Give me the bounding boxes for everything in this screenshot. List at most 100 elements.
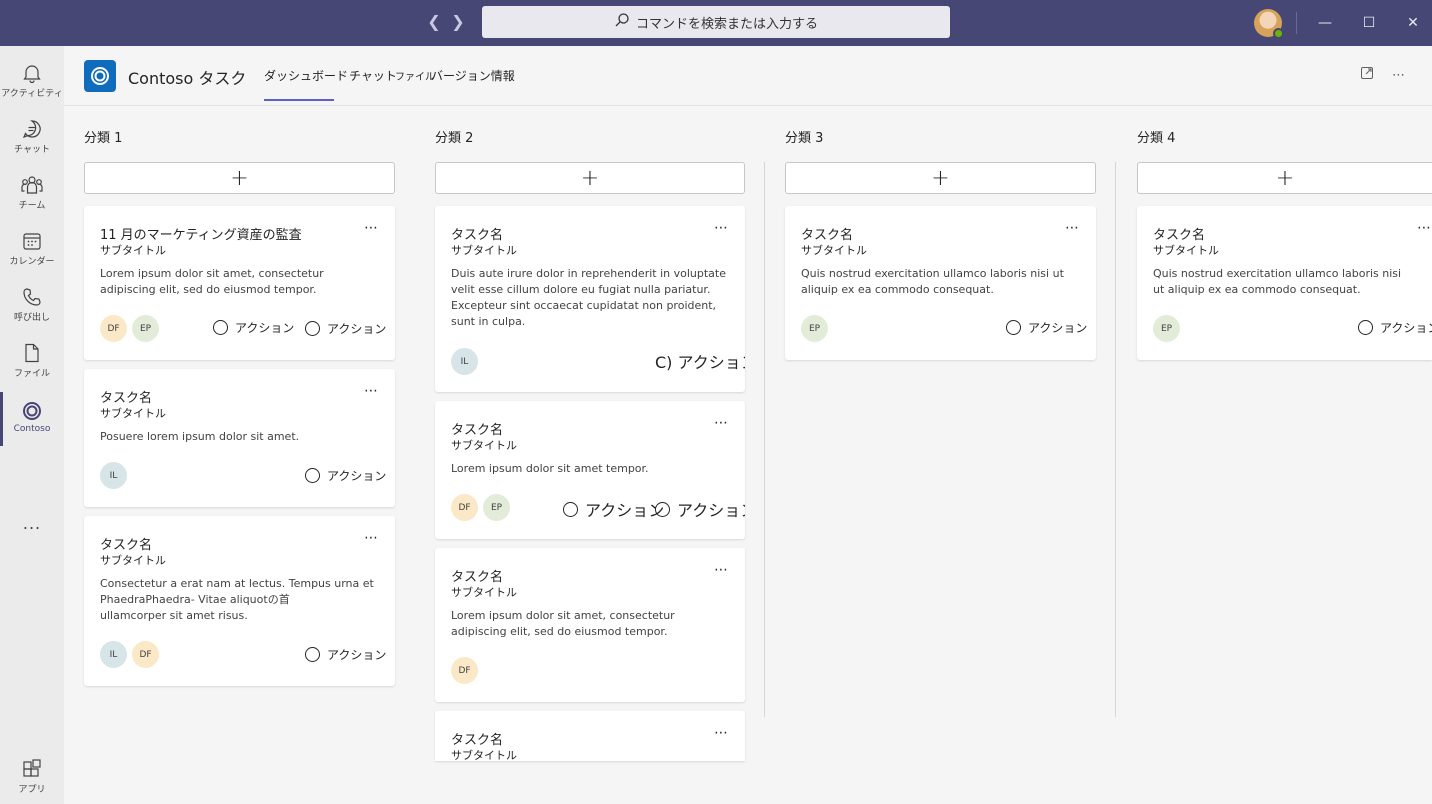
minimize-icon[interactable]: — — [1312, 10, 1338, 36]
task-title: タスク名 — [100, 391, 153, 406]
close-icon[interactable]: ✕ — [1400, 10, 1426, 36]
chat-icon — [22, 120, 41, 139]
column-divider — [764, 162, 765, 717]
task-title: タスク名 — [451, 570, 504, 585]
avatar: DF — [132, 641, 159, 668]
more-options-icon[interactable]: ⋯ — [364, 383, 379, 399]
file-icon — [25, 343, 39, 363]
rail-item-calendar[interactable]: カレンダー — [0, 222, 64, 276]
tab-chat[interactable]: チャット — [349, 67, 397, 84]
add-task-button[interactable]: + — [84, 162, 395, 194]
task-subtitle: サブタイトル — [100, 244, 166, 257]
search-icon — [614, 12, 630, 32]
tab-files[interactable]: ファイル — [395, 68, 435, 83]
more-options-icon[interactable]: ⋯ — [714, 415, 729, 431]
action-radio[interactable]: アクション — [305, 646, 386, 663]
contoso-logo-icon — [84, 60, 116, 92]
action-radio[interactable]: アクション — [213, 319, 294, 336]
rail-item-activity[interactable]: アクティビティ — [0, 54, 64, 108]
rail-item-contoso[interactable]: Contoso — [0, 392, 64, 446]
column-divider — [1115, 162, 1116, 717]
task-card[interactable]: タスク名 サブタイトル ⋯ Lorem ipsum dolor sit amet… — [435, 401, 745, 539]
task-title: タスク名 — [100, 538, 153, 553]
plus-icon: + — [230, 165, 249, 191]
action-radio[interactable]: C) アクション — [655, 349, 745, 373]
task-description: Quis nostrud exercitation ullamco labori… — [1153, 267, 1402, 296]
plus-icon: + — [931, 165, 950, 191]
task-card[interactable]: タスク名 サブタイトル ⋯ Consectetur a erat nam at … — [84, 516, 395, 686]
add-task-button[interactable]: + — [1137, 162, 1432, 194]
avatar: DF — [451, 657, 478, 684]
bell-icon — [23, 65, 41, 84]
task-subtitle: サブタイトル — [100, 407, 166, 420]
tab-about[interactable]: バージョン情報 — [431, 67, 515, 84]
more-options-icon[interactable]: ⋯ — [1065, 220, 1080, 236]
action-radio[interactable]: アクション — [305, 320, 386, 337]
task-description: Posuere lorem ipsum dolor sit amet. — [100, 430, 300, 443]
add-task-button[interactable]: + — [785, 162, 1096, 194]
task-title: タスク名 — [801, 228, 854, 243]
rail-item-chat[interactable]: チャット — [0, 110, 64, 164]
search-placeholder: コマンドを検索または入力する — [635, 16, 818, 32]
column-title: 分類 4 — [1137, 131, 1176, 146]
radio-icon — [655, 501, 670, 517]
action-radio[interactable]: アクション — [563, 497, 664, 521]
maximize-icon[interactable]: ☐ — [1356, 10, 1382, 36]
app-title: Contoso タスク — [128, 69, 247, 88]
plus-icon: + — [1275, 165, 1295, 191]
active-indicator — [0, 392, 3, 446]
task-card[interactable]: タスク名 サブタイトル ⋯ Duis aute irure dolor in r… — [435, 206, 745, 392]
task-description: Consectetur a erat nam at lectus. Tempus… — [100, 577, 374, 622]
task-card[interactable]: タスク名 サブタイトル ⋯ Posuere lorem ipsum dolor … — [84, 369, 395, 507]
more-options-icon[interactable]: ⋯ — [364, 530, 379, 546]
column-title: 分類 3 — [785, 131, 824, 146]
avatar: EP — [132, 315, 159, 342]
action-radio[interactable]: アクション — [1006, 319, 1087, 336]
task-subtitle: サブタイトル — [451, 244, 517, 257]
search-input[interactable]: コマンドを検索または入力する — [482, 6, 950, 38]
radio-icon — [213, 320, 228, 335]
popout-icon[interactable] — [1357, 66, 1377, 86]
avatar: DF — [451, 494, 478, 521]
title-bar: ❮ ❯ コマンドを検索または入力する — ☐ ✕ — [0, 0, 1432, 46]
user-avatar[interactable] — [1254, 9, 1284, 39]
more-options-icon[interactable]: ⋯ — [714, 220, 729, 236]
more-options-icon[interactable]: ⋯ — [1417, 220, 1432, 236]
avatar: EP — [801, 315, 828, 342]
task-description: Lorem ipsum dolor sit amet, consectetur … — [451, 609, 675, 638]
action-radio[interactable]: アクション — [1358, 319, 1432, 336]
task-subtitle: サブタイトル — [801, 244, 867, 257]
avatar: IL — [451, 348, 478, 375]
action-radio[interactable]: アクション — [305, 467, 386, 484]
task-description: Quis nostrud exercitation ullamco labori… — [801, 267, 1064, 296]
more-options-icon[interactable]: ⋯ — [714, 562, 729, 578]
task-subtitle: サブタイトル — [451, 439, 517, 452]
task-title: タスク名 — [451, 423, 504, 438]
chevron-right-icon[interactable]: ❯ — [448, 12, 468, 32]
app-header: Contoso タスク ダッシュボード チャット ファイル バージョン情報 ⋯ — [64, 46, 1432, 106]
phone-icon — [23, 288, 41, 306]
more-apps-icon[interactable]: ... — [0, 514, 64, 533]
rail-item-files[interactable]: ファイル — [0, 334, 64, 388]
add-task-button[interactable]: + — [435, 162, 745, 194]
task-card[interactable]: タスク名 サブタイトル ⋯ — [435, 711, 745, 761]
task-card[interactable]: タスク名 サブタイトル ⋯ Lorem ipsum dolor sit amet… — [435, 548, 745, 702]
task-card[interactable]: タスク名 サブタイトル ⋯ Quis nostrud exercitation … — [1137, 206, 1432, 360]
rail-item-calls[interactable]: 呼び出し — [0, 278, 64, 332]
task-card[interactable]: タスク名 サブタイトル ⋯ Quis nostrud exercitation … — [785, 206, 1096, 360]
tab-dashboard[interactable]: ダッシュボード — [264, 67, 348, 84]
task-card[interactable]: 11 月のマーケティング資産の監査 サブタイトル ⋯ Lorem ipsum d… — [84, 206, 395, 360]
action-radio[interactable]: アクション — [655, 497, 745, 521]
task-description: Duis aute irure dolor in reprehenderit i… — [451, 267, 726, 328]
chevron-left-icon[interactable]: ❮ — [424, 12, 444, 32]
more-options-icon[interactable]: ⋯ — [714, 725, 729, 741]
more-options-icon[interactable]: ⋯ — [364, 220, 379, 236]
app-rail: アクティビティ チャット チーム カレンダー 呼び出し ファイル Contoso… — [0, 46, 64, 804]
rail-item-teams[interactable]: チーム — [0, 166, 64, 220]
more-options-icon[interactable]: ⋯ — [1389, 66, 1409, 86]
avatar: EP — [483, 494, 510, 521]
rail-item-apps[interactable]: アプリ — [0, 750, 64, 804]
teams-icon — [21, 176, 43, 194]
task-subtitle: サブタイトル — [1153, 244, 1219, 257]
contoso-icon — [23, 402, 41, 420]
